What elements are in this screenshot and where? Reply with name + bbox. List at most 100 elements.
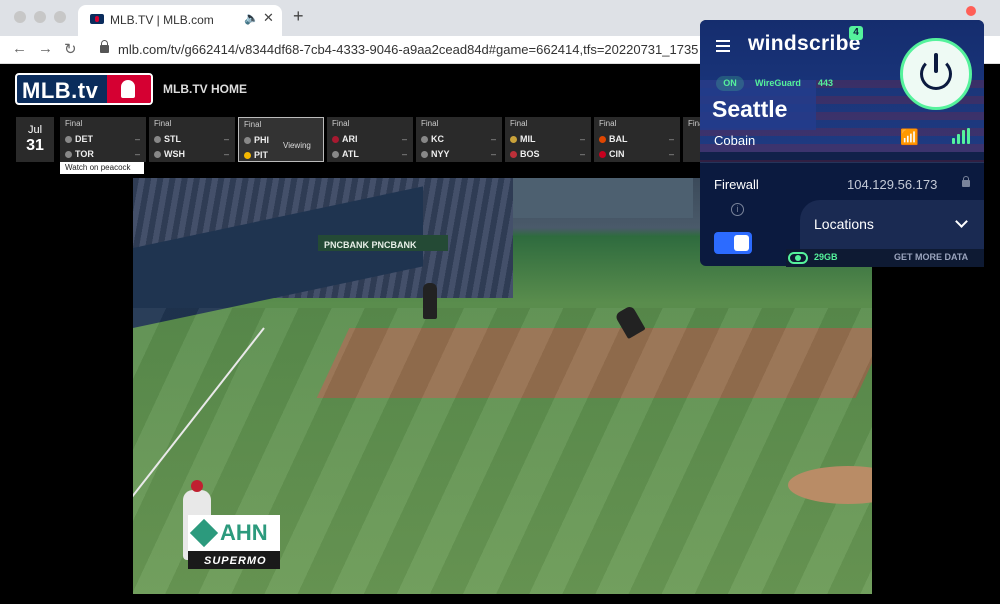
home-team: TOR	[65, 149, 94, 159]
reload-icon[interactable]: ↻	[64, 40, 77, 58]
browser-tab[interactable]: MLB.TV | MLB.com 🔈 ✕	[78, 5, 282, 36]
forward-arrow-icon[interactable]: →	[38, 40, 53, 57]
home-team: NYY	[421, 149, 450, 159]
locations-label: Locations	[814, 216, 874, 232]
team-logo-icon	[154, 151, 161, 158]
speaker-icon[interactable]: 🔈	[244, 11, 259, 25]
date-selector[interactable]: Jul 31	[16, 117, 54, 162]
tab-close-button[interactable]: ✕	[263, 10, 274, 26]
team-logo-icon	[244, 137, 251, 144]
toggle-knob	[734, 235, 749, 251]
game-card-selected[interactable]: Final PHI PIT Viewing	[238, 117, 324, 162]
away-team: MIL	[510, 134, 536, 144]
home-team: ATL	[332, 149, 359, 159]
date-month: Jul	[27, 124, 43, 136]
team-logo-icon	[65, 151, 72, 158]
firewall-label: Firewall	[714, 177, 759, 192]
away-team: ARI	[332, 134, 358, 144]
team-logo-icon	[332, 151, 339, 158]
window-close-button[interactable]	[14, 11, 26, 23]
viewing-label: Viewing	[283, 141, 311, 150]
data-remaining: 29GB	[814, 252, 838, 262]
hamburger-menu-icon[interactable]	[716, 40, 730, 52]
new-tab-button[interactable]: +	[293, 6, 304, 27]
lock-icon[interactable]	[962, 176, 970, 187]
window-minimize-button[interactable]	[34, 11, 46, 23]
home-score: –	[223, 149, 229, 159]
away-team: STL	[154, 134, 181, 144]
port-label[interactable]: 443	[818, 78, 833, 88]
get-more-data-button[interactable]: GET MORE DATA	[894, 252, 968, 262]
away-score: –	[223, 134, 229, 144]
home-score: –	[134, 149, 140, 159]
game-card[interactable]: Final KC – NYY –	[416, 117, 502, 162]
notification-badge[interactable]: 4	[849, 26, 863, 40]
ahn-brand-text: AHN	[220, 520, 268, 545]
away-score: –	[134, 134, 140, 144]
lock-icon[interactable]	[100, 40, 109, 53]
home-score: –	[401, 149, 407, 159]
away-score: –	[401, 134, 407, 144]
home-team: CIN	[599, 149, 625, 159]
outfield-wall	[513, 178, 693, 218]
windscribe-panel: windscribe 4 ON WireGuard 443 Seattle Co…	[700, 20, 984, 266]
home-team: PIT	[244, 150, 268, 160]
away-team: KC	[421, 134, 444, 144]
location-city: Seattle	[712, 96, 788, 122]
game-card[interactable]: Final STL – WSH –	[149, 117, 235, 162]
game-card[interactable]: Final ARI – ATL –	[327, 117, 413, 162]
date-day: 31	[26, 137, 44, 154]
supermo-text: SUPERMO	[204, 555, 267, 567]
game-status: Final	[332, 119, 350, 128]
umpire-figure	[423, 283, 437, 319]
away-team: BAL	[599, 134, 628, 144]
peacock-tooltip: Watch on peacock	[60, 162, 144, 174]
team-logo-icon	[510, 136, 517, 143]
team-logo-icon	[244, 152, 251, 159]
ip-address: 104.129.56.173	[847, 177, 938, 192]
home-score: –	[490, 149, 496, 159]
protocol-label[interactable]: WireGuard	[755, 78, 801, 88]
team-logo-icon	[510, 151, 517, 158]
team-logo-icon	[332, 136, 339, 143]
power-button[interactable]	[900, 38, 972, 110]
mlb-tv-logo[interactable]: MLB.tv	[15, 73, 153, 105]
game-status: Final	[510, 119, 528, 128]
team-logo-icon	[65, 136, 72, 143]
home-score: –	[579, 149, 585, 159]
data-allowance-bar: 29GB GET MORE DATA	[786, 249, 984, 267]
firewall-toggle[interactable]	[714, 232, 752, 254]
home-team: WSH	[154, 149, 185, 159]
game-card[interactable]: Final BAL – CIN –	[594, 117, 680, 162]
signal-strength-icon	[952, 128, 970, 144]
windscribe-close-button[interactable]	[966, 6, 976, 16]
game-card[interactable]: Final DET – TOR –	[60, 117, 146, 162]
panel-divider	[700, 162, 984, 163]
mlb-batter-icon	[107, 75, 151, 103]
windscribe-brand: windscribe	[748, 32, 861, 55]
game-status: Final	[244, 120, 262, 129]
info-icon[interactable]: i	[731, 203, 744, 216]
game-card[interactable]: Final MIL – BOS –	[505, 117, 591, 162]
team-logo-icon	[421, 136, 428, 143]
chevron-down-icon	[955, 215, 968, 228]
away-score: –	[668, 134, 674, 144]
game-status: Final	[599, 119, 617, 128]
back-arrow-icon[interactable]: ←	[12, 40, 27, 57]
team-logo-icon	[599, 136, 606, 143]
wifi-icon: 📶	[900, 129, 919, 146]
address-bar[interactable]: mlb.com/tv/g662414/v8344df68-7cb4-4333-9…	[118, 42, 708, 57]
data-icon	[788, 252, 808, 264]
game-status: Final	[154, 119, 172, 128]
stadium-banner: PNCBANK PNCBANK	[318, 235, 448, 251]
team-logo-icon	[599, 151, 606, 158]
team-logo-icon	[154, 136, 161, 143]
window-zoom-button[interactable]	[54, 11, 66, 23]
away-score: –	[490, 134, 496, 144]
mlb-tv-home-link[interactable]: MLB.TV HOME	[163, 82, 247, 96]
away-score: –	[579, 134, 585, 144]
connection-status: ON	[716, 76, 744, 91]
home-team: BOS	[510, 149, 540, 159]
home-score: –	[668, 149, 674, 159]
away-team: DET	[65, 134, 93, 144]
